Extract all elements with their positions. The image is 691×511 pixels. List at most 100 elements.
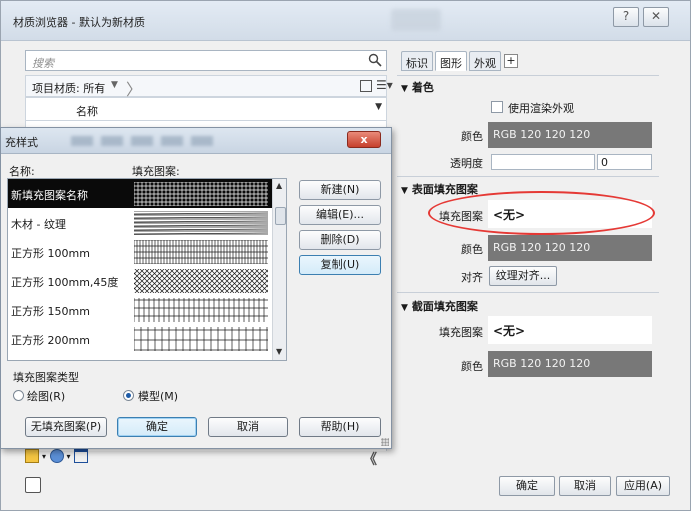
fill-pattern-name: 正方形 100mm (11, 247, 90, 260)
copy-pattern-button[interactable]: 复制(U) (299, 255, 381, 275)
window-title: 材质浏览器 - 默认为新材质 (13, 16, 145, 29)
help-button[interactable]: ? (613, 7, 639, 27)
scrollbar-thumb[interactable] (275, 207, 286, 225)
dialog-help-button[interactable]: 帮助(H) (299, 417, 381, 437)
cancel-button[interactable]: 取消 (559, 476, 611, 496)
close-button[interactable]: ✕ (643, 7, 669, 27)
fill-pattern-name: 正方形 100mm,45度 (11, 276, 119, 289)
section-divider (397, 176, 659, 177)
fill-pattern-swatch (134, 182, 268, 206)
dialog-title: 充样式 (5, 136, 38, 149)
fill-pattern-name: 木材 - 纹理 (11, 218, 66, 231)
use-render-appearance-label: 使用渲染外观 (508, 102, 574, 115)
new-pattern-button[interactable]: 新建(N) (299, 180, 381, 200)
no-fill-pattern-button[interactable]: 无填充图案(P) (25, 417, 107, 437)
fill-pattern-swatch (134, 269, 268, 293)
transparency-slider[interactable] (491, 154, 595, 170)
fill-pattern-row[interactable]: 正方形 200mm (8, 324, 272, 353)
title-blurred-area (71, 136, 221, 146)
model-radio[interactable] (123, 390, 134, 401)
tab-identity[interactable]: 标识 (401, 51, 433, 71)
asset-panel-icon[interactable] (74, 449, 89, 463)
search-placeholder: 搜索 (32, 57, 54, 70)
dialog-ok-button[interactable]: 确定 (117, 417, 197, 437)
collapse-triangle-icon[interactable]: ▼ (401, 84, 408, 94)
section-divider (397, 75, 659, 76)
window-titlebar[interactable]: 材质浏览器 - 默认为新材质 ? ✕ (1, 1, 690, 41)
cut-color-label: 颜色 (461, 360, 483, 373)
panel-view-icon[interactable] (360, 80, 372, 92)
scroll-down-icon[interactable]: ▼ (276, 347, 282, 356)
delete-pattern-button[interactable]: 删除(D) (299, 230, 381, 250)
library-toolbar: ▾ ▾ (25, 449, 91, 467)
fill-pattern-row[interactable]: 正方形 100mm (8, 237, 272, 266)
fill-patterns-dialog: 充样式 x 名称: 填充图案: 新填充图案名称 木材 - 纹理正方形 100mm 正… (0, 127, 392, 449)
fill-pattern-row[interactable]: 木材 - 纹理 (8, 208, 272, 237)
cut-pattern-header-label: 截面填充图案 (411, 300, 478, 313)
add-tab-button[interactable]: + (504, 54, 518, 68)
use-render-appearance-checkbox[interactable] (491, 101, 503, 113)
shading-section-header[interactable]: ▼ 着色 (401, 79, 434, 95)
cut-pattern-section-header[interactable]: ▼ 截面填充图案 (401, 298, 478, 314)
dialog-close-button[interactable]: x (347, 131, 381, 148)
cut-color-swatch[interactable]: RGB 120 120 120 (488, 351, 652, 377)
highlight-annotation-ellipse (428, 191, 655, 235)
fill-pattern-name: 正方形 150mm (11, 305, 90, 318)
scroll-up-icon[interactable]: ▲ (276, 181, 282, 190)
dialog-cancel-button[interactable]: 取消 (208, 417, 288, 437)
dialog-titlebar[interactable]: 充样式 x (1, 128, 391, 154)
fill-pattern-row[interactable]: 新填充图案名称 (8, 179, 272, 208)
search-input[interactable]: 搜索 (25, 50, 387, 71)
fill-pattern-swatch (134, 298, 268, 322)
texture-align-button[interactable]: 纹理对齐... (489, 266, 557, 286)
name-column-label: 名称 (76, 105, 98, 118)
name-column-label: 名称: (9, 165, 35, 178)
material-column-header[interactable]: 名称 ▼ (25, 97, 387, 121)
fill-pattern-name: 正方形 200mm (11, 334, 90, 347)
list-view-icon[interactable]: ☰▾ (376, 78, 393, 92)
edit-pattern-button[interactable]: 编辑(E)... (299, 205, 381, 225)
cut-pattern-label: 填充图案 (439, 326, 483, 339)
shading-header-label: 着色 (411, 81, 434, 94)
collapse-library-button[interactable]: 《 (363, 449, 377, 469)
tab-appearance[interactable]: 外观 (469, 51, 501, 71)
fill-pattern-row[interactable]: 正方形 150mm (8, 295, 272, 324)
fill-pattern-swatch (134, 211, 268, 235)
fill-pattern-swatch (134, 327, 268, 351)
resize-grip-icon[interactable] (381, 438, 389, 446)
cut-pattern-field[interactable]: <无> (488, 316, 652, 344)
transparency-input[interactable]: 0 (597, 154, 652, 170)
surface-pattern-header-label: 表面填充图案 (411, 183, 478, 196)
tab-graphics[interactable]: 图形 (435, 51, 467, 71)
asset-browser-icon[interactable] (25, 477, 41, 493)
fill-pattern-row[interactable]: 正方形 100mm,45度 (8, 266, 272, 295)
search-icon[interactable] (368, 53, 382, 67)
library-icon[interactable] (25, 449, 39, 463)
model-radio-label[interactable]: 模型(M) (138, 388, 178, 404)
section-divider (397, 292, 659, 293)
project-materials-filter[interactable]: 项目材质: 所有 (32, 80, 105, 96)
fill-pattern-swatch (134, 240, 268, 264)
create-material-icon[interactable] (49, 449, 64, 463)
fill-pattern-column-label: 填充图案: (132, 165, 180, 178)
shading-color-label: 颜色 (461, 130, 483, 143)
ok-button[interactable]: 确定 (499, 476, 555, 496)
collapse-triangle-icon[interactable]: ▼ (401, 303, 408, 313)
filter-dropdown-icon[interactable]: ▼ (111, 80, 118, 90)
fill-pattern-list[interactable]: 新填充图案名称 木材 - 纹理正方形 100mm 正方形 100mm,45度 正方形 … (7, 178, 287, 361)
apply-button[interactable]: 应用(A) (616, 476, 670, 496)
list-scrollbar[interactable]: ▲ ▼ (272, 179, 286, 360)
surface-color-swatch[interactable]: RGB 120 120 120 (488, 235, 652, 261)
drafting-radio[interactable] (13, 390, 24, 401)
surface-color-label: 颜色 (461, 243, 483, 256)
collapse-triangle-icon[interactable]: ▼ (401, 186, 408, 196)
drafting-radio-label[interactable]: 绘图(R) (27, 388, 65, 404)
material-filter-bar: 项目材质: 所有 ▼ 〉 ☰▾ (25, 75, 393, 99)
shading-color-swatch[interactable]: RGB 120 120 120 (488, 122, 652, 148)
fill-pattern-name: 新填充图案名称 (11, 189, 88, 202)
align-label: 对齐 (461, 271, 483, 284)
surface-pattern-section-header[interactable]: ▼ 表面填充图案 (401, 181, 478, 197)
pattern-type-group-label: 填充图案类型 (13, 371, 79, 384)
transparency-label: 透明度 (450, 157, 483, 170)
sort-arrow-icon[interactable]: ▼ (375, 102, 382, 112)
